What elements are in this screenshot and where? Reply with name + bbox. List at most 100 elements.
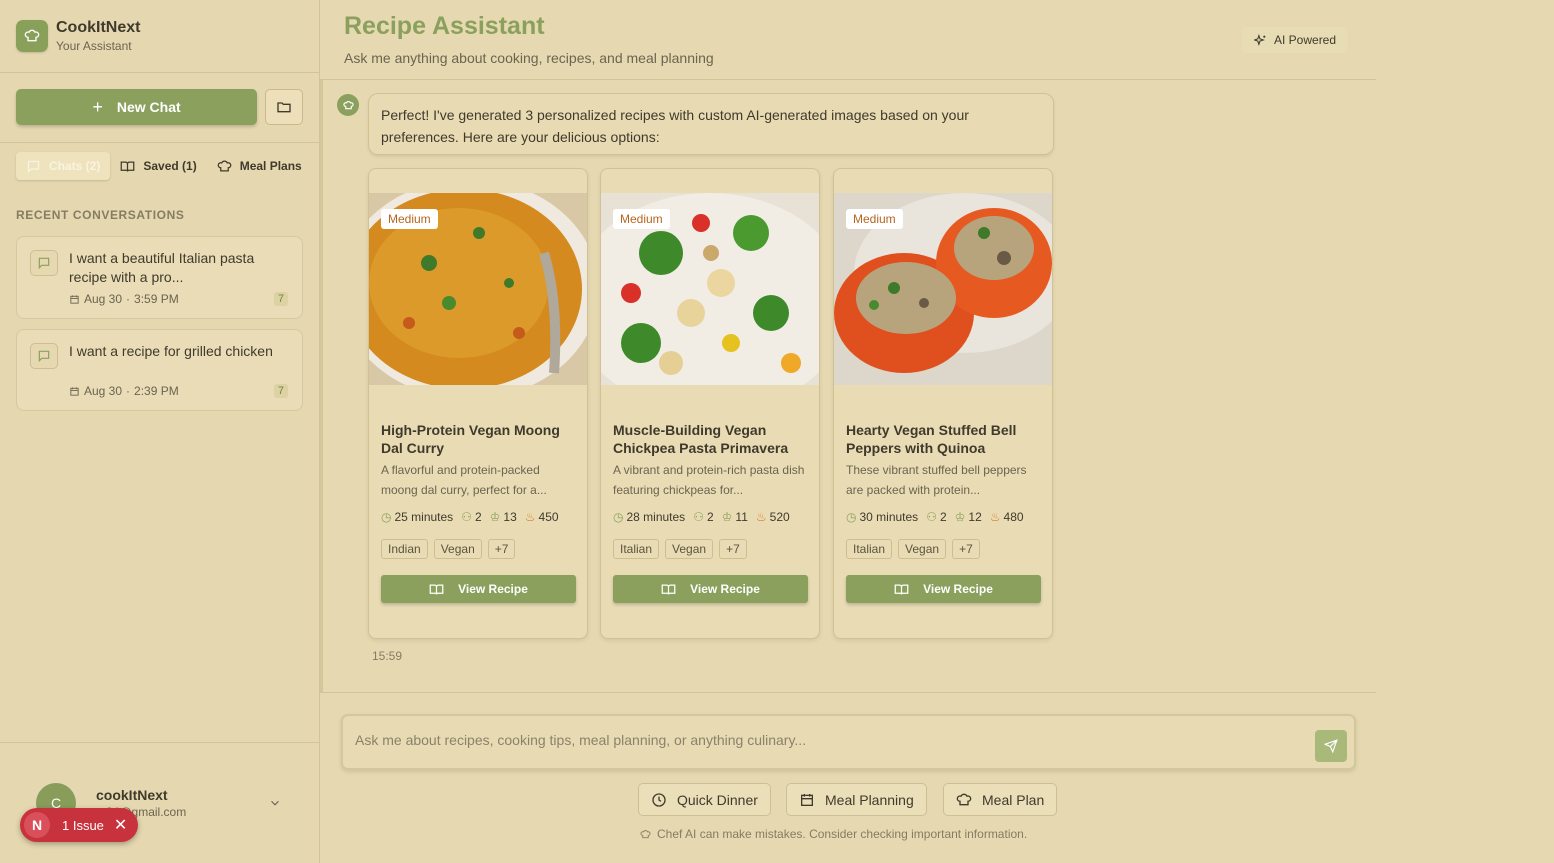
section-label: RECENT CONVERSATIONS	[16, 208, 185, 222]
page-title: Recipe Assistant	[344, 12, 545, 40]
recipe-description: These vibrant stuffed bell peppers are p…	[846, 463, 1027, 497]
prep-time: ◷ 30 minutes	[846, 510, 918, 524]
recipe-card[interactable]: Medium Muscle-Building Vegan Chickpea Pa…	[600, 168, 820, 639]
assistant-message: Perfect! I've generated 3 personalized r…	[368, 93, 1054, 155]
tag-more: +7	[719, 539, 747, 559]
book-open-icon	[429, 584, 444, 595]
tag-more: +7	[952, 539, 980, 559]
conversation-title: I want a beautiful Italian pasta recipe …	[69, 250, 255, 285]
sidebar-tabs: Chats (2) Saved (1) Meal Plans	[16, 152, 312, 180]
servings-value: 2	[706, 510, 714, 524]
conversation-date: Aug 30	[84, 384, 123, 398]
conversation-item[interactable]: I want a beautiful Italian pasta recipe …	[16, 236, 303, 319]
meal-planning-label: Meal Planning	[825, 791, 914, 808]
ai-powered-badge: AI Powered	[1242, 27, 1349, 53]
chat-input[interactable]	[355, 730, 1255, 750]
servings: ⚇ 2	[693, 510, 713, 524]
brand[interactable]: CookItNext Your Assistant	[16, 18, 140, 54]
new-chat-button[interactable]: + New Chat	[16, 89, 257, 125]
difficulty-badge: Medium	[613, 209, 670, 229]
chef-hat-icon	[956, 793, 972, 805]
tab-chats[interactable]: Chats (2)	[16, 152, 111, 180]
plus-icon: +	[92, 96, 103, 117]
chef-hat-icon: ♔	[954, 510, 966, 524]
recipe-tags: Indian Vegan +7	[381, 539, 516, 559]
ingredients-value: 12	[968, 510, 982, 524]
brand-title: CookItNext	[56, 19, 141, 36]
ingredients-value: 13	[503, 510, 517, 524]
message-square-icon	[30, 250, 58, 276]
flame-icon: ♨	[524, 510, 536, 524]
chef-hat-icon	[16, 20, 48, 52]
timer-icon: ◷	[613, 510, 624, 524]
view-recipe-button[interactable]: View Recipe	[381, 575, 576, 603]
servings-value: 2	[939, 510, 947, 524]
meal-planning-button[interactable]: Meal Planning	[786, 783, 927, 816]
issue-label: 1 Issue	[62, 817, 104, 833]
main-panel: Recipe Assistant Ask me anything about c…	[320, 0, 1376, 863]
close-icon[interactable]: ✕	[114, 815, 127, 835]
recipe-title: Hearty Vegan Stuffed Bell Peppers with Q…	[846, 422, 1017, 456]
recipe-title: Muscle-Building Vegan Chickpea Pasta Pri…	[613, 422, 789, 456]
meal-plan-button[interactable]: Meal Plan	[943, 783, 1058, 816]
calories-value: 520	[769, 510, 790, 524]
folder-button[interactable]	[265, 89, 303, 125]
tag: Vegan	[898, 539, 947, 559]
users-icon: ⚇	[693, 510, 704, 524]
send-button[interactable]	[1315, 730, 1347, 762]
tab-saved[interactable]: Saved (1)	[110, 152, 206, 180]
chef-hat-icon	[640, 829, 651, 838]
quick-dinner-button[interactable]: Quick Dinner	[638, 783, 771, 816]
recipe-stats: ◷ 25 minutes ⚇ 2 ♔ 13 ♨ 450	[381, 510, 563, 524]
divider	[0, 72, 320, 73]
view-recipe-label: View Recipe	[458, 582, 528, 596]
send-icon	[1324, 739, 1338, 753]
divider	[0, 742, 320, 743]
calendar-icon	[70, 386, 79, 396]
tab-saved-label: Saved (1)	[143, 159, 197, 173]
difficulty-badge: Medium	[846, 209, 903, 229]
recipe-tags: Italian Vegan +7	[846, 539, 980, 559]
ingredients: ♔ 11	[722, 510, 748, 524]
view-recipe-button[interactable]: View Recipe	[613, 575, 808, 603]
meta-dot: ·	[126, 292, 131, 306]
book-open-icon	[894, 584, 909, 595]
divider	[320, 80, 323, 692]
prep-time: ◷ 25 minutes	[381, 510, 453, 524]
prep-time: ◷ 28 minutes	[613, 510, 685, 524]
calendar-icon	[70, 294, 79, 304]
chef-hat-icon: ♔	[721, 510, 733, 524]
chevron-down-icon[interactable]	[268, 796, 282, 815]
calories: ♨ 450	[525, 510, 559, 524]
tab-meal-plans[interactable]: Meal Plans	[207, 152, 312, 180]
prep-time-value: 30 minutes	[859, 510, 919, 524]
recipe-description: A vibrant and protein-rich pasta dish fe…	[613, 463, 805, 497]
book-open-icon	[120, 161, 135, 172]
message-square-icon	[30, 343, 58, 369]
meta-dot: ·	[126, 384, 131, 398]
conversation-item[interactable]: I want a recipe for grilled chicken Aug …	[16, 329, 303, 411]
divider	[320, 79, 1376, 80]
timer-icon: ◷	[846, 510, 857, 524]
flame-icon: ♨	[989, 510, 1001, 524]
tab-meal-plans-label: Meal Plans	[239, 159, 302, 173]
quick-dinner-label: Quick Dinner	[677, 791, 758, 808]
chat-input-box	[341, 714, 1356, 770]
tag: Italian	[613, 539, 660, 559]
folder-icon	[277, 102, 291, 113]
chef-hat-icon	[217, 160, 232, 171]
ai-badge-label: AI Powered	[1274, 33, 1337, 47]
page-margin	[1376, 0, 1554, 863]
flame-icon: ♨	[755, 510, 767, 524]
servings-value: 2	[474, 510, 482, 524]
view-recipe-button[interactable]: View Recipe	[846, 575, 1041, 603]
calendar-icon	[801, 793, 813, 806]
ingredients: ♔ 13	[490, 510, 517, 524]
issue-toast[interactable]: N 1 Issue ✕	[20, 808, 138, 842]
recipe-title: High-Protein Vegan Moong Dal Curry	[381, 422, 560, 456]
recipe-description: A flavorful and protein-packed moong dal…	[381, 463, 547, 497]
calories-value: 480	[1003, 510, 1024, 524]
tag: Vegan	[433, 539, 482, 559]
recipe-card[interactable]: Medium High-Protein Vegan Moong Dal Curr…	[368, 168, 588, 639]
recipe-card[interactable]: Medium Hearty Vegan Stuffed Bell Peppers…	[833, 168, 1053, 639]
